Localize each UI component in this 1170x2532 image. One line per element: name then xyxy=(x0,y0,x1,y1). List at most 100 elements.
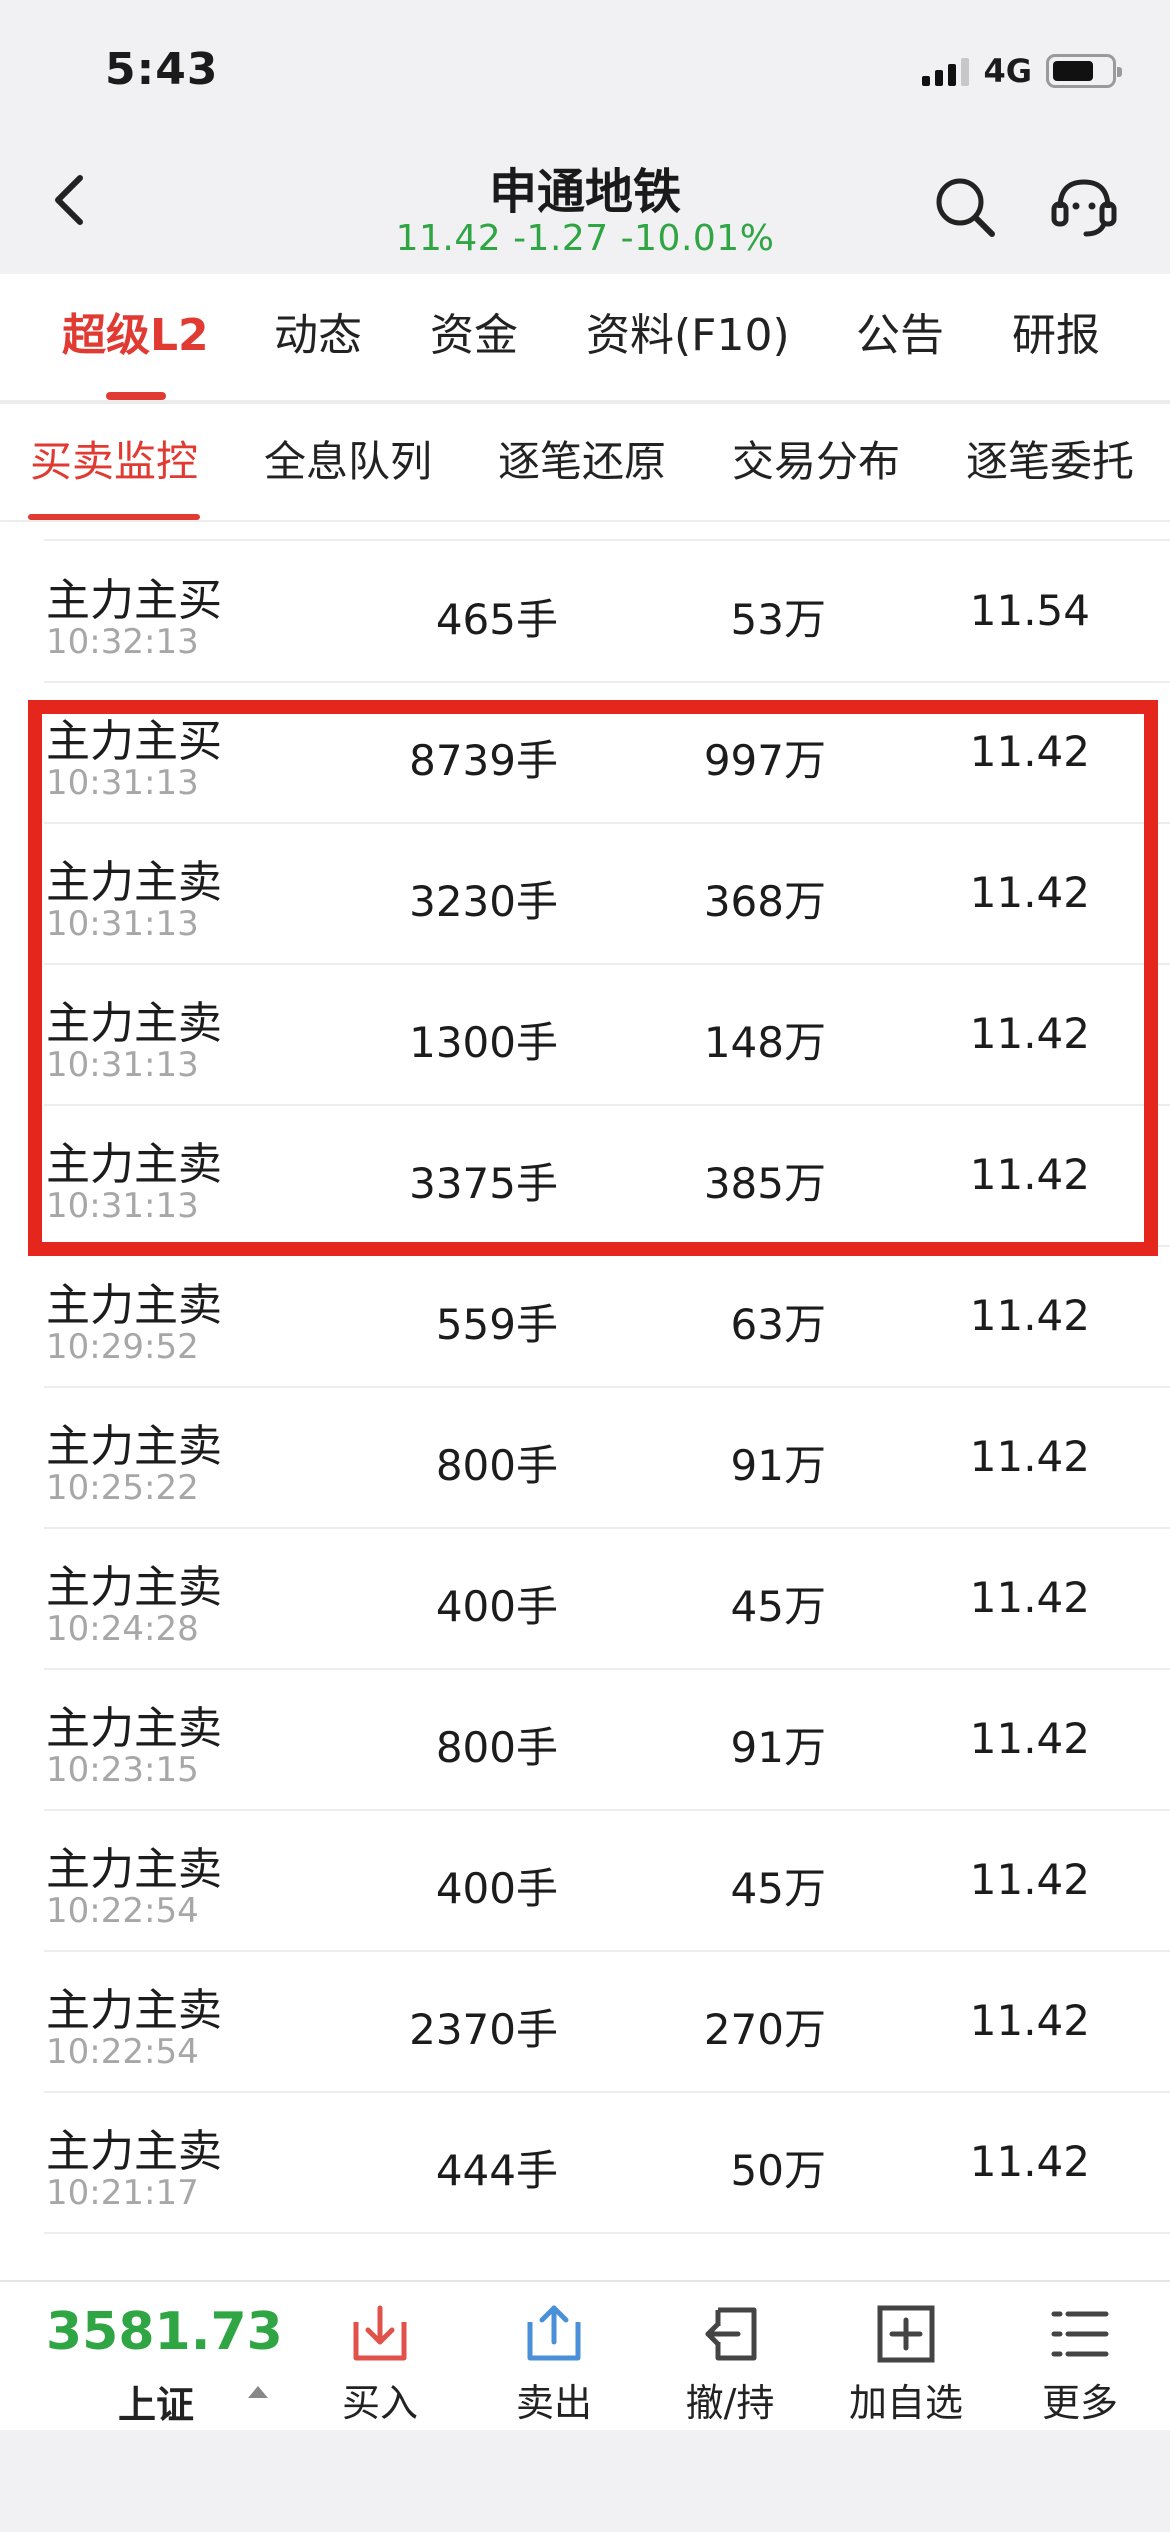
trade-time: 10:24:28 xyxy=(46,1609,199,1649)
trade-volume: 400手 xyxy=(435,1582,558,1631)
battery-icon xyxy=(1046,54,1122,88)
trade-price: 11.42 xyxy=(969,1150,1090,1199)
table-row[interactable]: 主力主买 10:32:13 465手 53万 11.54 xyxy=(0,542,1170,683)
trade-volume: 800手 xyxy=(435,1723,558,1772)
trade-amount: 270万 xyxy=(703,2005,826,2054)
buy-icon xyxy=(353,2305,407,2361)
tab-profile-f10[interactable]: 资料(F10) xyxy=(586,274,790,400)
table-row[interactable]: 主力主卖 10:31:13 1300手 148万 11.42 xyxy=(0,965,1170,1106)
add-watchlist-button[interactable]: 加自选 xyxy=(836,2302,976,2428)
trade-price: 11.42 xyxy=(969,727,1090,776)
tab-super-l2[interactable]: 超级L2 xyxy=(62,274,209,400)
trade-type: 主力主卖 xyxy=(46,1844,222,1895)
cancel-hold-button[interactable]: 撤/持 xyxy=(660,2302,800,2428)
trade-amount: 997万 xyxy=(703,736,826,785)
table-row[interactable]: 主力主买 10:31:13 8739手 997万 11.42 xyxy=(0,683,1170,824)
trade-amount: 45万 xyxy=(730,1864,826,1913)
tab-trade-monitor[interactable]: 买卖监控 xyxy=(30,404,198,520)
stock-header: 申通地铁 11.42 -1.27 -10.01% xyxy=(0,140,1170,274)
search-icon xyxy=(936,178,995,237)
trade-price: 11.42 xyxy=(969,1291,1090,1340)
trade-volume: 559手 xyxy=(435,1300,558,1349)
secondary-tabs: 买卖监控 全息队列 逐笔还原 交易分布 逐笔委托 xyxy=(0,404,1170,522)
more-label: 更多 xyxy=(1041,2381,1118,2425)
trade-price: 11.42 xyxy=(969,1855,1090,1904)
table-row[interactable]: 主力主卖 10:22:54 2370手 270万 11.42 xyxy=(0,1952,1170,2093)
trade-amount: 45万 xyxy=(730,1582,826,1631)
index-name[interactable]: 上证 xyxy=(118,2374,194,2429)
trade-amount: 148万 xyxy=(703,1018,826,1067)
buy-label: 买入 xyxy=(341,2381,418,2425)
primary-tabs: 超级L2 动态 资金 资料(F10) 公告 研报 xyxy=(0,274,1170,404)
cancel-order-icon xyxy=(705,2307,757,2361)
trade-monitor-list: 主力主买 10:32:13 465手 53万 11.54 主力主买 10:31:… xyxy=(0,522,1170,2280)
tab-announcements[interactable]: 公告 xyxy=(856,274,944,400)
status-bar: 5:43 4G xyxy=(0,0,1170,140)
trade-price: 11.42 xyxy=(969,1996,1090,2045)
trade-volume: 800手 xyxy=(435,1441,558,1490)
tab-tick-replay[interactable]: 逐笔还原 xyxy=(498,404,666,520)
bottom-toolbar: 3581.73 上证 买入 卖出 撤/持 加自选 更多 xyxy=(0,2280,1170,2430)
tab-news[interactable]: 动态 xyxy=(274,274,362,400)
trade-amount: 53万 xyxy=(730,595,826,644)
trade-volume: 1300手 xyxy=(409,1018,558,1067)
table-row[interactable]: 主力主卖 10:31:13 3375手 385万 11.42 xyxy=(0,1106,1170,1247)
tab-funds[interactable]: 资金 xyxy=(430,274,518,400)
trade-amount: 368万 xyxy=(703,877,826,926)
list-menu-icon xyxy=(1051,2311,1109,2357)
trade-time: 10:32:13 xyxy=(46,622,199,662)
buy-button[interactable]: 买入 xyxy=(310,2302,450,2428)
table-row[interactable]: 主力主卖 10:29:52 559手 63万 11.42 xyxy=(0,1247,1170,1388)
trade-volume: 3230手 xyxy=(409,877,558,926)
trade-volume: 2370手 xyxy=(409,2005,558,2054)
network-label: 4G xyxy=(983,52,1032,90)
trade-type: 主力主买 xyxy=(46,575,222,626)
trade-volume: 3375手 xyxy=(409,1159,558,1208)
table-row[interactable]: 主力主卖 10:25:22 800手 91万 11.42 xyxy=(0,1388,1170,1529)
sell-button[interactable]: 卖出 xyxy=(484,2302,624,2428)
tab-trade-distribution[interactable]: 交易分布 xyxy=(732,404,900,520)
tab-research[interactable]: 研报 xyxy=(1012,274,1100,400)
table-row[interactable]: 主力主卖 10:22:54 400手 45万 11.42 xyxy=(0,1811,1170,1952)
trade-type: 主力主卖 xyxy=(46,1985,222,2036)
tab-tick-orders[interactable]: 逐笔委托 xyxy=(966,404,1134,520)
active-subtab-indicator xyxy=(28,514,200,520)
trade-price: 11.42 xyxy=(969,1009,1090,1058)
caret-up-icon[interactable] xyxy=(248,2386,268,2398)
table-row[interactable]: 主力主卖 10:24:28 400手 45万 11.42 xyxy=(0,1529,1170,1670)
trade-time: 10:29:52 xyxy=(46,1327,199,1367)
more-button[interactable]: 更多 xyxy=(1010,2302,1150,2428)
trade-amount: 63万 xyxy=(730,1300,826,1349)
search-button[interactable] xyxy=(932,174,998,240)
trade-time: 10:31:13 xyxy=(46,1045,199,1085)
trade-type: 主力主卖 xyxy=(46,1703,222,1754)
trade-price: 11.42 xyxy=(969,1714,1090,1763)
trade-amount: 91万 xyxy=(730,1441,826,1490)
trade-type: 主力主卖 xyxy=(46,2126,222,2177)
trade-type: 主力主卖 xyxy=(46,1280,222,1331)
status-time: 5:43 xyxy=(105,44,219,95)
trade-type: 主力主卖 xyxy=(46,857,222,908)
customer-service-button[interactable] xyxy=(1048,170,1120,242)
list-item-partial xyxy=(0,2234,1170,2280)
trade-amount: 91万 xyxy=(730,1723,826,1772)
trade-time: 10:22:54 xyxy=(46,1891,199,1931)
trade-price: 11.42 xyxy=(969,1432,1090,1481)
trade-type: 主力主卖 xyxy=(46,1421,222,1472)
cancel-hold-label: 撤/持 xyxy=(685,2381,775,2425)
headset-icon xyxy=(1051,179,1117,237)
table-row[interactable]: 主力主卖 10:23:15 800手 91万 11.42 xyxy=(0,1670,1170,1811)
index-value[interactable]: 3581.73 xyxy=(46,2302,283,2362)
table-row[interactable]: 主力主卖 10:21:17 444手 50万 11.42 xyxy=(0,2093,1170,2234)
trade-volume: 465手 xyxy=(435,595,558,644)
trade-time: 10:25:22 xyxy=(46,1468,199,1508)
trade-time: 10:31:13 xyxy=(46,904,199,944)
table-row[interactable]: 主力主卖 10:31:13 3230手 368万 11.42 xyxy=(0,824,1170,965)
trade-price: 11.42 xyxy=(969,2137,1090,2186)
tab-full-queue[interactable]: 全息队列 xyxy=(264,404,432,520)
trade-type: 主力主买 xyxy=(46,716,222,767)
add-watchlist-label: 加自选 xyxy=(848,2381,963,2425)
trade-amount: 385万 xyxy=(703,1159,826,1208)
home-indicator-area xyxy=(0,2430,1170,2532)
trade-volume: 8739手 xyxy=(409,736,558,785)
